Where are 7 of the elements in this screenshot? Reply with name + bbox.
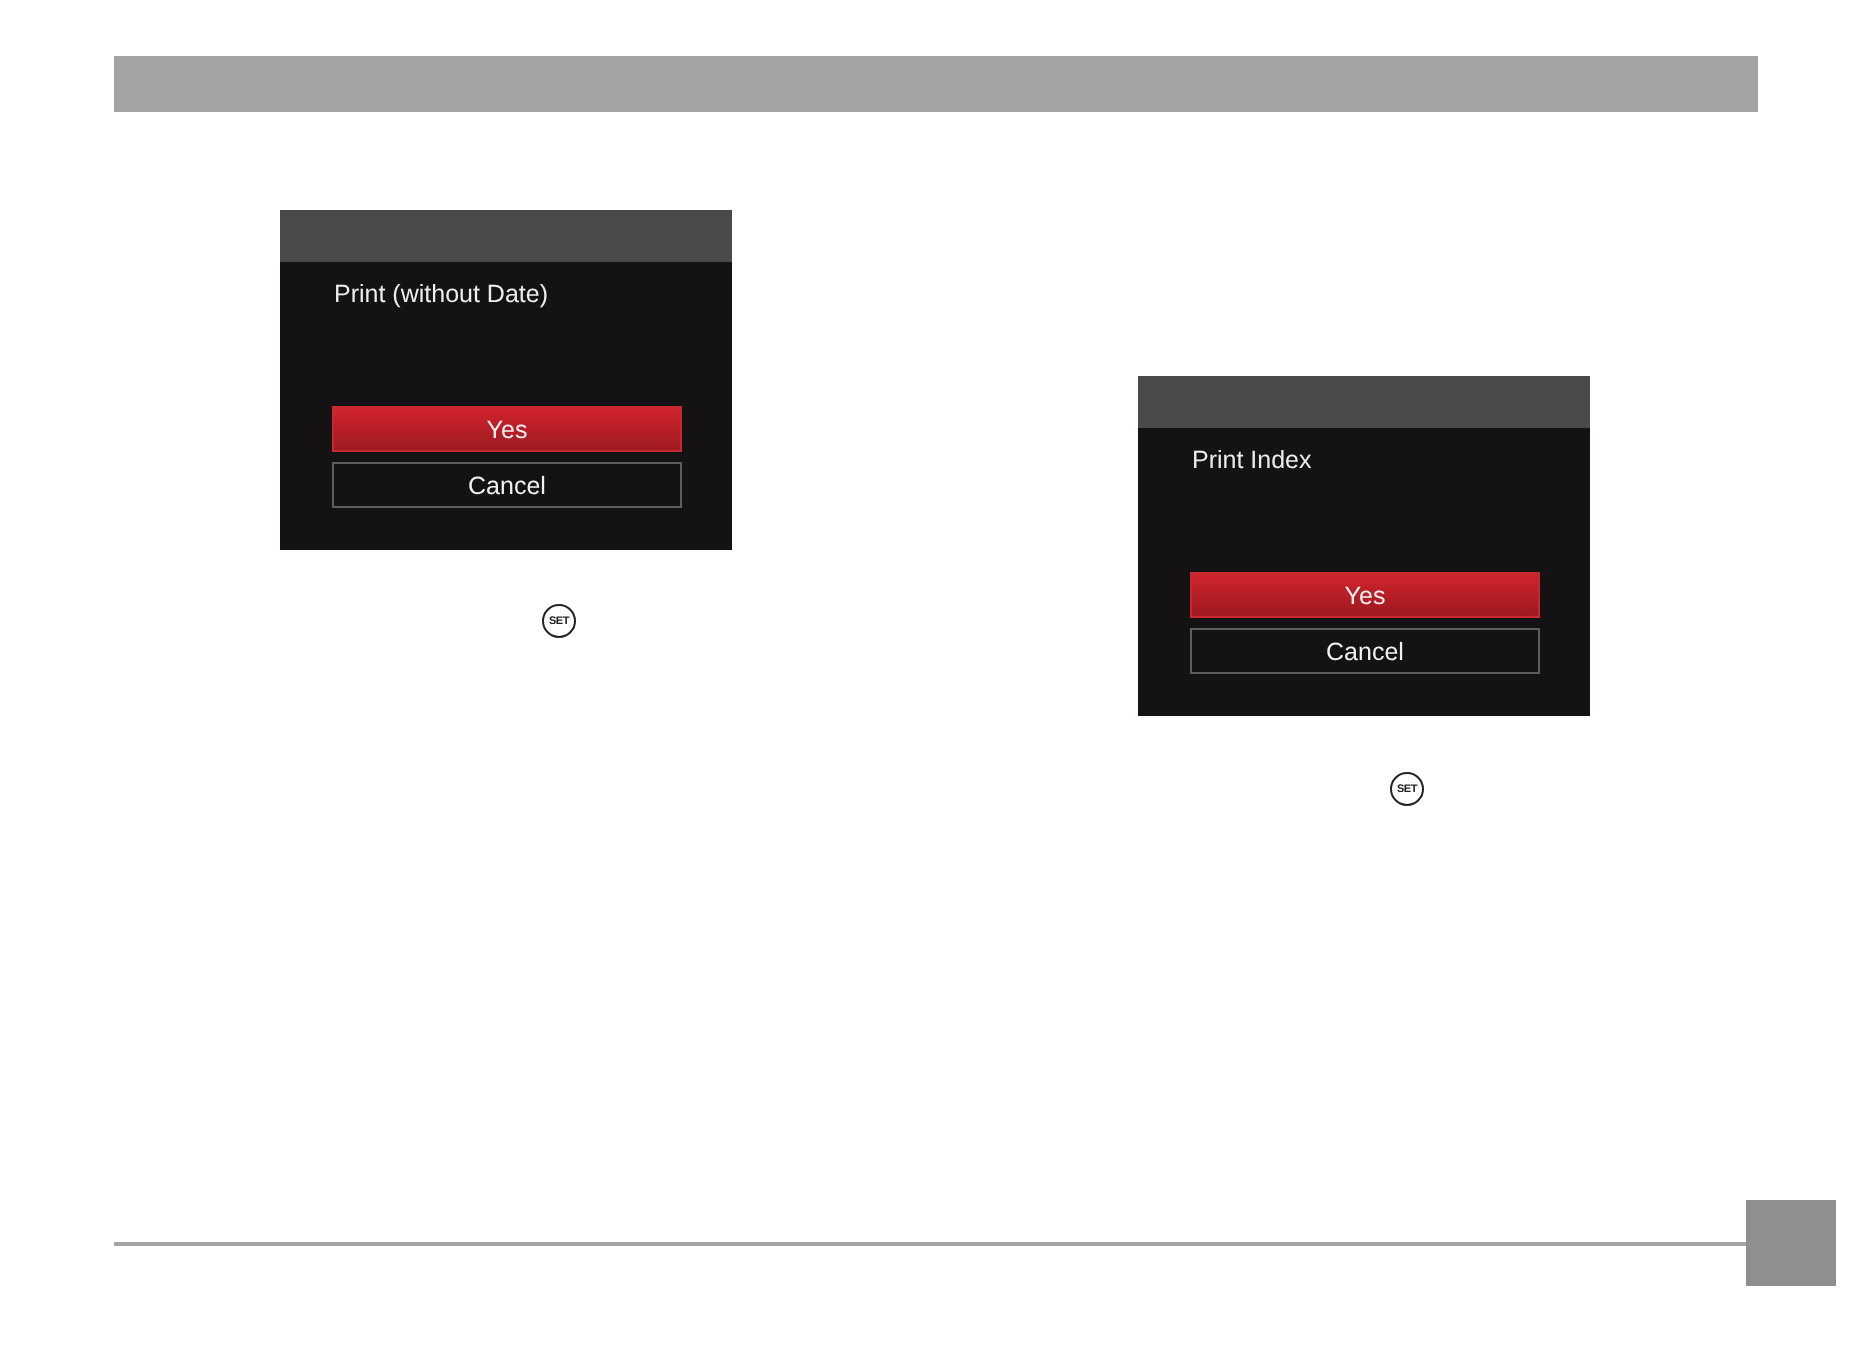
option-button[interactable]: Cancel: [1190, 628, 1540, 674]
option-button[interactable]: Yes: [332, 406, 682, 452]
page-tab-block: [1746, 1200, 1836, 1286]
option-button[interactable]: Yes: [1190, 572, 1540, 618]
dialog-message: Print Index: [1190, 444, 1314, 476]
option-button[interactable]: Cancel: [332, 462, 682, 508]
dialog-message: Print (without Date): [332, 278, 550, 310]
